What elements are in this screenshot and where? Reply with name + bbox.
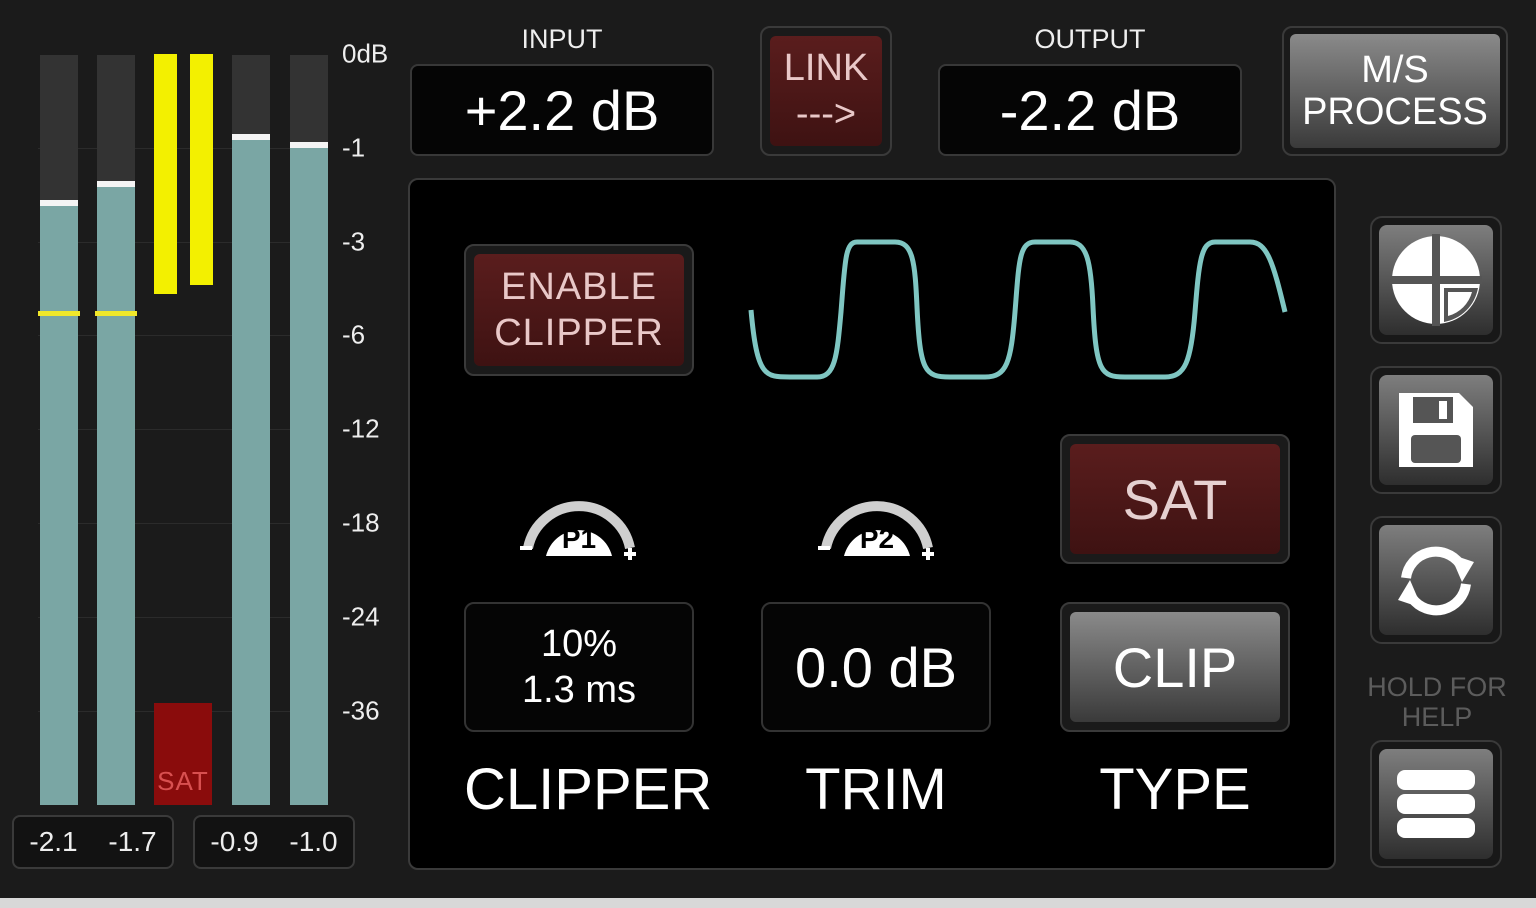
peak-marker [97,181,135,187]
meter-level [290,145,328,805]
gain-reduction-bar-right [190,54,213,285]
menu-icon [1397,770,1475,838]
peak-marker [40,200,78,206]
meter-level [40,205,78,805]
clipper-title: CLIPPER [464,757,713,822]
help-hint: HOLD FOR HELP [1366,672,1508,732]
help-line: HOLD FOR [1367,672,1507,702]
process-label: PROCESS [1302,91,1488,133]
trim-title: TRIM [805,757,947,822]
scale-label: -24 [342,601,380,632]
scale-label: 0dB [342,38,389,69]
gain-reduction-bar-left [154,54,177,294]
waveform-display [748,239,1288,380]
input-peak-readout[interactable]: -2.1 -1.7 [12,815,174,869]
grid-line [38,148,328,149]
sat-label: SAT [1122,467,1228,531]
input-caption: INPUT [521,24,603,54]
hold-marker [38,311,80,316]
grid-line [38,429,328,430]
peak-value: -0.9 [210,826,259,857]
clipper-percent: 10% [540,623,618,665]
sat-button[interactable]: SAT [1060,434,1290,564]
input-gain-display[interactable]: +2.2 dB [410,64,714,156]
grid-line [38,617,328,618]
peak-value: -2.1 [29,826,78,857]
level-meters: SAT 0dB -1 -3 -6 -12 -18 -24 -36 -2.1 -1… [0,0,400,900]
output-peak-readout[interactable]: -0.9 -1.0 [193,815,355,869]
help-line: HELP [1401,702,1473,732]
enable-clipper-button[interactable]: ENABLE CLIPPER [464,244,694,376]
meter-level [97,185,135,805]
grid-line [38,523,328,524]
quadrant-icon [1390,234,1482,326]
ms-process-button[interactable]: M/S PROCESS [1282,26,1508,156]
output-gain-display[interactable]: -2.2 dB [938,64,1242,156]
scale-label: -1 [342,132,366,163]
trim-value: 0.0 dB [795,635,957,699]
scale-label: -12 [342,413,380,444]
meter-level [232,138,270,805]
trim-value-display[interactable]: 0.0 dB [761,602,991,732]
presets-button[interactable] [1370,216,1502,344]
scale-label: -36 [342,695,380,726]
floppy-disk-icon [1399,393,1473,467]
peak-value: -1.7 [108,826,157,857]
output-caption: OUTPUT [1034,24,1146,54]
type-title: TYPE [1099,757,1251,822]
clip-button[interactable]: CLIP [1060,602,1290,732]
menu-button[interactable] [1370,740,1502,868]
meter-input-right [95,55,137,805]
meter-output-right [290,55,328,805]
peak-marker [232,134,270,140]
link-arrow: ---> [795,93,857,135]
enable-label: ENABLE [501,266,657,308]
grid-line [38,242,328,243]
scale-label: -6 [342,319,366,350]
peak-marker [290,142,328,148]
clip-label: CLIP [1112,635,1238,699]
hold-marker [95,311,137,316]
save-button[interactable] [1370,366,1502,494]
peak-value: -1.0 [289,826,338,857]
clipper-label: CLIPPER [494,312,664,354]
clipper-panel: ENABLE CLIPPER P1 P2 SAT 10% 1.3 ms 0.0 … [408,178,1336,870]
link-label: LINK [783,47,869,89]
meter-input-left [38,55,80,805]
sat-indicator: SAT [154,703,212,805]
refresh-icon [1398,546,1474,616]
reset-button[interactable] [1370,516,1502,644]
scale-label: -18 [342,507,380,538]
ms-label: M/S [1361,49,1429,91]
clipper-time: 1.3 ms [521,669,637,711]
p1-label: P1 [561,523,597,554]
clipper-value-display[interactable]: 10% 1.3 ms [464,602,694,732]
link-button[interactable]: LINK ---> [760,26,892,156]
scale-label: -3 [342,226,366,257]
grid-line [38,335,328,336]
meter-output-left [232,55,270,805]
p2-label: P2 [859,523,895,554]
